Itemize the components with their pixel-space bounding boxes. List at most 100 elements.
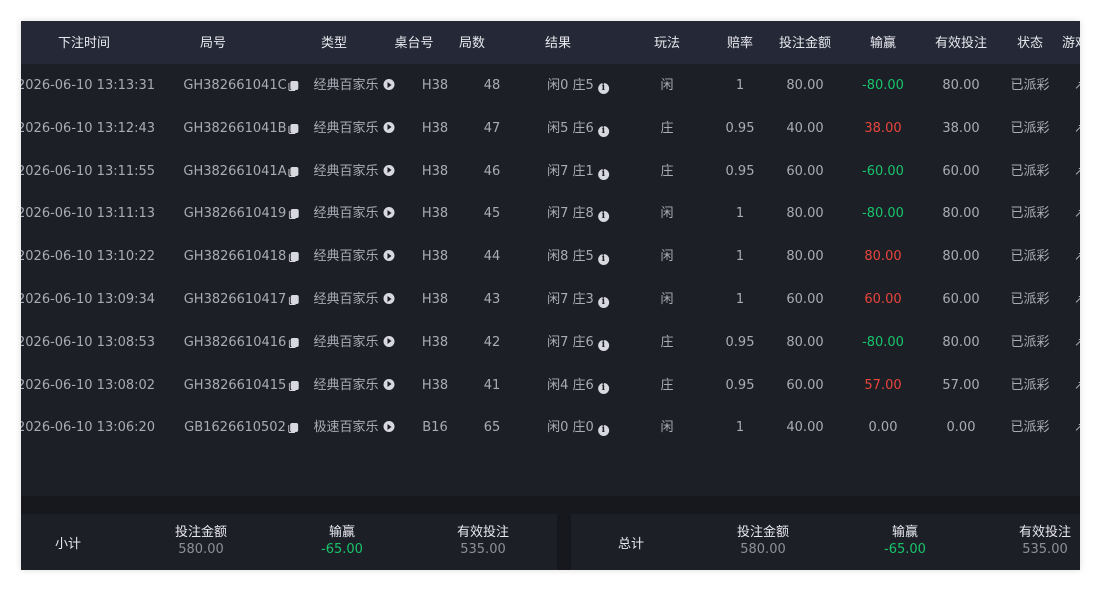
copy-icon[interactable] xyxy=(288,166,299,177)
game-type[interactable]: 经典百家乐 xyxy=(313,150,395,193)
play-icon[interactable] xyxy=(383,250,395,262)
result[interactable]: 闲7 庄8 i xyxy=(547,192,609,235)
round-id[interactable]: GH3826610415 xyxy=(184,364,299,407)
round-id[interactable]: GH3826610419 xyxy=(184,192,299,235)
result[interactable]: 闲8 庄5 i xyxy=(547,235,609,278)
info-icon[interactable]: i xyxy=(597,425,609,437)
round-id[interactable]: GH382661041A xyxy=(183,150,299,193)
result[interactable]: 闲4 庄6 i xyxy=(547,364,609,407)
info-icon[interactable]: i xyxy=(597,297,609,308)
valid-bet-text: 38.00 xyxy=(942,120,980,136)
round-id[interactable]: GH3826610418 xyxy=(184,235,299,278)
win-loss-text: 60.00 xyxy=(864,292,902,307)
result[interactable]: 闲7 庄6 i xyxy=(547,321,609,364)
round-id-text: GH382661041B xyxy=(183,120,287,136)
win-loss-text: -80.00 xyxy=(862,78,904,93)
table-row[interactable]: 2026-06-10 13:13:31 GH382661041C 经典百家乐 H38 4… xyxy=(21,64,1080,107)
table-row[interactable]: 2026-06-10 13:08:53 GH3826610416 经典百家乐 H38 4… xyxy=(21,321,1080,364)
arrow-icon[interactable]: ↗ xyxy=(1074,364,1080,407)
round-number: 42 xyxy=(484,321,501,364)
info-icon[interactable]: i xyxy=(597,254,609,266)
table-row[interactable]: 2026-06-10 13:10:22 GH3826610418 经典百家乐 H38 4… xyxy=(21,235,1080,278)
info-icon[interactable]: i xyxy=(597,83,609,94)
row-action[interactable]: ↗ xyxy=(1074,150,1080,193)
arrow-icon[interactable]: ↗ xyxy=(1074,107,1080,150)
game-type[interactable]: 经典百家乐 xyxy=(313,364,395,407)
play-icon[interactable] xyxy=(383,207,395,219)
copy-icon[interactable] xyxy=(288,123,299,134)
row-action[interactable]: ↗ xyxy=(1074,107,1080,150)
arrow-icon[interactable]: ↗ xyxy=(1074,278,1080,321)
game-type-text: 经典百家乐 xyxy=(313,120,379,136)
result-text: 闲7 庄1 xyxy=(547,163,594,179)
row-action[interactable]: ↗ xyxy=(1074,321,1080,364)
copy-icon[interactable] xyxy=(288,337,299,348)
copy-icon[interactable] xyxy=(288,209,299,220)
table-row[interactable]: 2026-06-10 13:06:20 GB1626610502 极速百家乐 B16 6… xyxy=(21,406,1080,449)
result[interactable]: 闲0 庄5 i xyxy=(547,64,609,107)
arrow-icon[interactable]: ↗ xyxy=(1074,64,1080,107)
copy-icon[interactable] xyxy=(287,423,298,434)
valid-bet-text: 57.00 xyxy=(942,377,980,393)
table-row[interactable]: 2026-06-10 13:12:43 GH382661041B 经典百家乐 H38 4… xyxy=(21,107,1080,150)
game-type[interactable]: 经典百家乐 xyxy=(313,321,395,364)
row-action[interactable]: ↗ xyxy=(1074,278,1080,321)
game-type[interactable]: 经典百家乐 xyxy=(313,107,395,150)
round-id[interactable]: GB1626610502 xyxy=(184,406,298,449)
status-text: 已派彩 xyxy=(1010,120,1050,136)
status-text: 已派彩 xyxy=(1010,206,1050,222)
copy-icon[interactable] xyxy=(288,295,299,305)
info-icon[interactable]: i xyxy=(597,125,609,137)
arrow-icon[interactable]: ↗ xyxy=(1074,192,1080,235)
table-row[interactable]: 2026-06-10 13:08:02 GH3826610415 经典百家乐 H38 4… xyxy=(21,364,1080,407)
total-winloss-value: -65.00 xyxy=(884,542,926,557)
info-icon[interactable]: i xyxy=(597,211,609,223)
play-icon[interactable] xyxy=(383,378,395,390)
round-number: 48 xyxy=(484,64,501,107)
row-action[interactable]: ↗ xyxy=(1074,64,1080,107)
table-row[interactable]: 2026-06-10 13:11:55 GH382661041A 经典百家乐 H38 4… xyxy=(21,150,1080,193)
result[interactable]: 闲5 庄6 i xyxy=(547,107,609,150)
info-icon[interactable]: i xyxy=(597,168,609,180)
round-id[interactable]: GH382661041B xyxy=(183,107,299,150)
round-number-text: 41 xyxy=(483,377,501,393)
play-icon[interactable] xyxy=(383,335,395,347)
play-icon[interactable] xyxy=(383,164,395,176)
game-type[interactable]: 经典百家乐 xyxy=(313,278,395,321)
play-icon[interactable] xyxy=(383,79,395,90)
result-text: 闲7 庄8 xyxy=(547,206,594,222)
arrow-icon[interactable]: ↗ xyxy=(1074,150,1080,193)
arrow-icon[interactable]: ↗ xyxy=(1074,235,1080,278)
copy-icon[interactable] xyxy=(288,380,299,391)
status: 已派彩 xyxy=(1010,321,1049,364)
game-type[interactable]: 极速百家乐 xyxy=(313,406,395,449)
odds: 0.95 xyxy=(726,150,755,193)
row-action[interactable]: ↗ xyxy=(1074,406,1080,449)
play-icon[interactable] xyxy=(383,121,395,133)
result[interactable]: 闲0 庄0 i xyxy=(547,406,609,449)
status: 已派彩 xyxy=(1010,364,1049,407)
arrow-icon[interactable]: ↗ xyxy=(1074,406,1080,449)
play-icon[interactable] xyxy=(383,421,395,433)
round-id[interactable]: GH382661041C xyxy=(183,64,299,107)
arrow-icon[interactable]: ↗ xyxy=(1074,321,1080,364)
game-type[interactable]: 经典百家乐 xyxy=(313,192,395,235)
row-action[interactable]: ↗ xyxy=(1074,192,1080,235)
row-action[interactable]: ↗ xyxy=(1074,235,1080,278)
copy-icon[interactable] xyxy=(288,252,299,263)
round-id[interactable]: GH3826610417 xyxy=(184,278,299,321)
result[interactable]: 闲7 庄1 i xyxy=(547,150,609,193)
table-row[interactable]: 2026-06-10 13:09:34 GH3826610417 经典百家乐 H38 4… xyxy=(21,278,1080,321)
info-icon[interactable]: i xyxy=(597,382,609,394)
row-action[interactable]: ↗ xyxy=(1074,364,1080,407)
table-row[interactable]: 2026-06-10 13:11:13 GH3826610419 经典百家乐 H38 4… xyxy=(21,192,1080,235)
game-type[interactable]: 经典百家乐 xyxy=(313,64,395,107)
info-icon[interactable]: i xyxy=(597,339,609,351)
result[interactable]: 闲7 庄3 i xyxy=(547,278,609,321)
win-loss: -80.00 xyxy=(862,192,904,235)
copy-icon[interactable] xyxy=(288,81,299,91)
play-icon[interactable] xyxy=(383,293,395,304)
bet-amount-text: 60.00 xyxy=(786,377,824,393)
round-id[interactable]: GH3826610416 xyxy=(184,321,299,364)
game-type[interactable]: 经典百家乐 xyxy=(313,235,395,278)
